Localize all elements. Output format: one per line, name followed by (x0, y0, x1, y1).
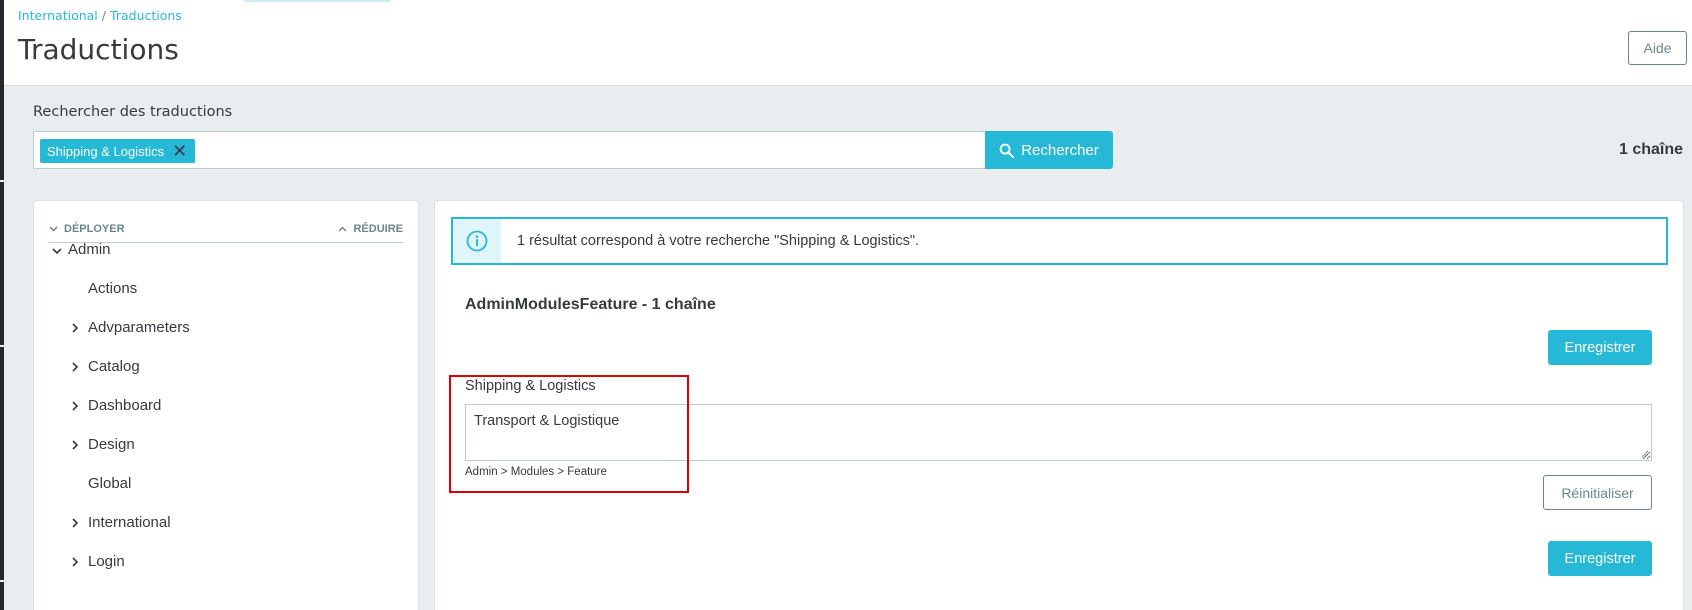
left-nav-strip (0, 0, 4, 610)
search-button[interactable]: Rechercher (985, 131, 1113, 169)
tree-item-international[interactable]: International (72, 514, 171, 531)
tree-controls: DÉPLOYER RÉDUIRE (49, 223, 403, 243)
tree-item-login[interactable]: Login (72, 553, 125, 570)
collapse-all-button[interactable]: RÉDUIRE (338, 223, 403, 235)
chevron-up-icon (338, 226, 348, 232)
tree-item-actions[interactable]: Actions (72, 280, 137, 297)
tree-item-advparameters[interactable]: Advparameters (72, 319, 190, 336)
help-button[interactable]: Aide (1628, 31, 1687, 65)
tree-item-label: Actions (88, 280, 138, 297)
save-button-bottom[interactable]: Enregistrer (1548, 541, 1652, 576)
tree-item-label: Login (88, 553, 125, 570)
header-accent-line (244, 0, 390, 2)
remove-tag-icon[interactable]: ✕ (172, 142, 187, 160)
save-button-top[interactable]: Enregistrer (1548, 330, 1652, 365)
search-tag-label: Shipping & Logistics (47, 143, 165, 159)
expand-all-label: DÉPLOYER (64, 223, 125, 235)
chevron-down-icon (52, 242, 68, 258)
translations-panel: 1 résultat correspond à votre recherche … (434, 200, 1684, 610)
tree-item-catalog[interactable]: Catalog (72, 358, 140, 375)
search-input[interactable]: Shipping & Logistics ✕ (33, 131, 985, 169)
domain-title: AdminModulesFeature - 1 chaîne (465, 296, 716, 313)
resize-handle-icon[interactable] (1641, 450, 1649, 458)
chevron-down-icon (49, 226, 58, 232)
breadcrumb-current-link[interactable]: Traductions (110, 8, 182, 23)
search-tag: Shipping & Logistics ✕ (40, 139, 196, 163)
chevron-right-icon (72, 398, 88, 414)
tree-item-dashboard[interactable]: Dashboard (72, 397, 161, 414)
translation-tree-panel: DÉPLOYER RÉDUIRE Admin Actions Advparame… (33, 200, 419, 610)
tree-item-label: International (88, 514, 171, 531)
search-result-alert: 1 résultat correspond à votre recherche … (451, 217, 1668, 265)
highlight-annotation (449, 375, 689, 493)
result-count: 1 chaîne (1618, 141, 1683, 158)
page-header: International / Traductions Traductions Ai… (4, 0, 1692, 86)
chevron-right-icon (72, 554, 88, 570)
info-icon (453, 219, 501, 263)
search-label: Rechercher des traductions (33, 104, 233, 120)
chevron-right-icon (72, 437, 88, 453)
breadcrumb-parent-link[interactable]: International (18, 8, 98, 23)
chevron-right-icon (72, 515, 88, 531)
alert-message: 1 résultat correspond à votre recherche … (517, 233, 920, 249)
breadcrumb: International / Traductions (18, 8, 182, 23)
tree-item-design[interactable]: Design (72, 436, 135, 453)
page-title: Traductions (18, 33, 179, 66)
tree-item-label: Dashboard (88, 397, 162, 414)
chevron-right-icon (72, 359, 88, 375)
breadcrumb-separator: / (101, 8, 106, 23)
tree-item-global[interactable]: Global (72, 475, 131, 492)
tree-item-admin[interactable]: Admin (52, 241, 111, 258)
tree-item-label: Global (88, 475, 132, 492)
reset-button[interactable]: Réinitialiser (1543, 475, 1652, 510)
collapse-all-label: RÉDUIRE (353, 223, 403, 235)
chevron-right-icon (72, 320, 88, 336)
tree-item-label: Design (88, 436, 135, 453)
tree-item-label: Advparameters (88, 319, 190, 336)
tree-item-label: Admin (68, 241, 111, 258)
search-icon (999, 143, 1015, 158)
search-button-label: Rechercher (1021, 141, 1099, 159)
expand-all-button[interactable]: DÉPLOYER (49, 223, 125, 235)
tree-item-label: Catalog (88, 358, 140, 375)
